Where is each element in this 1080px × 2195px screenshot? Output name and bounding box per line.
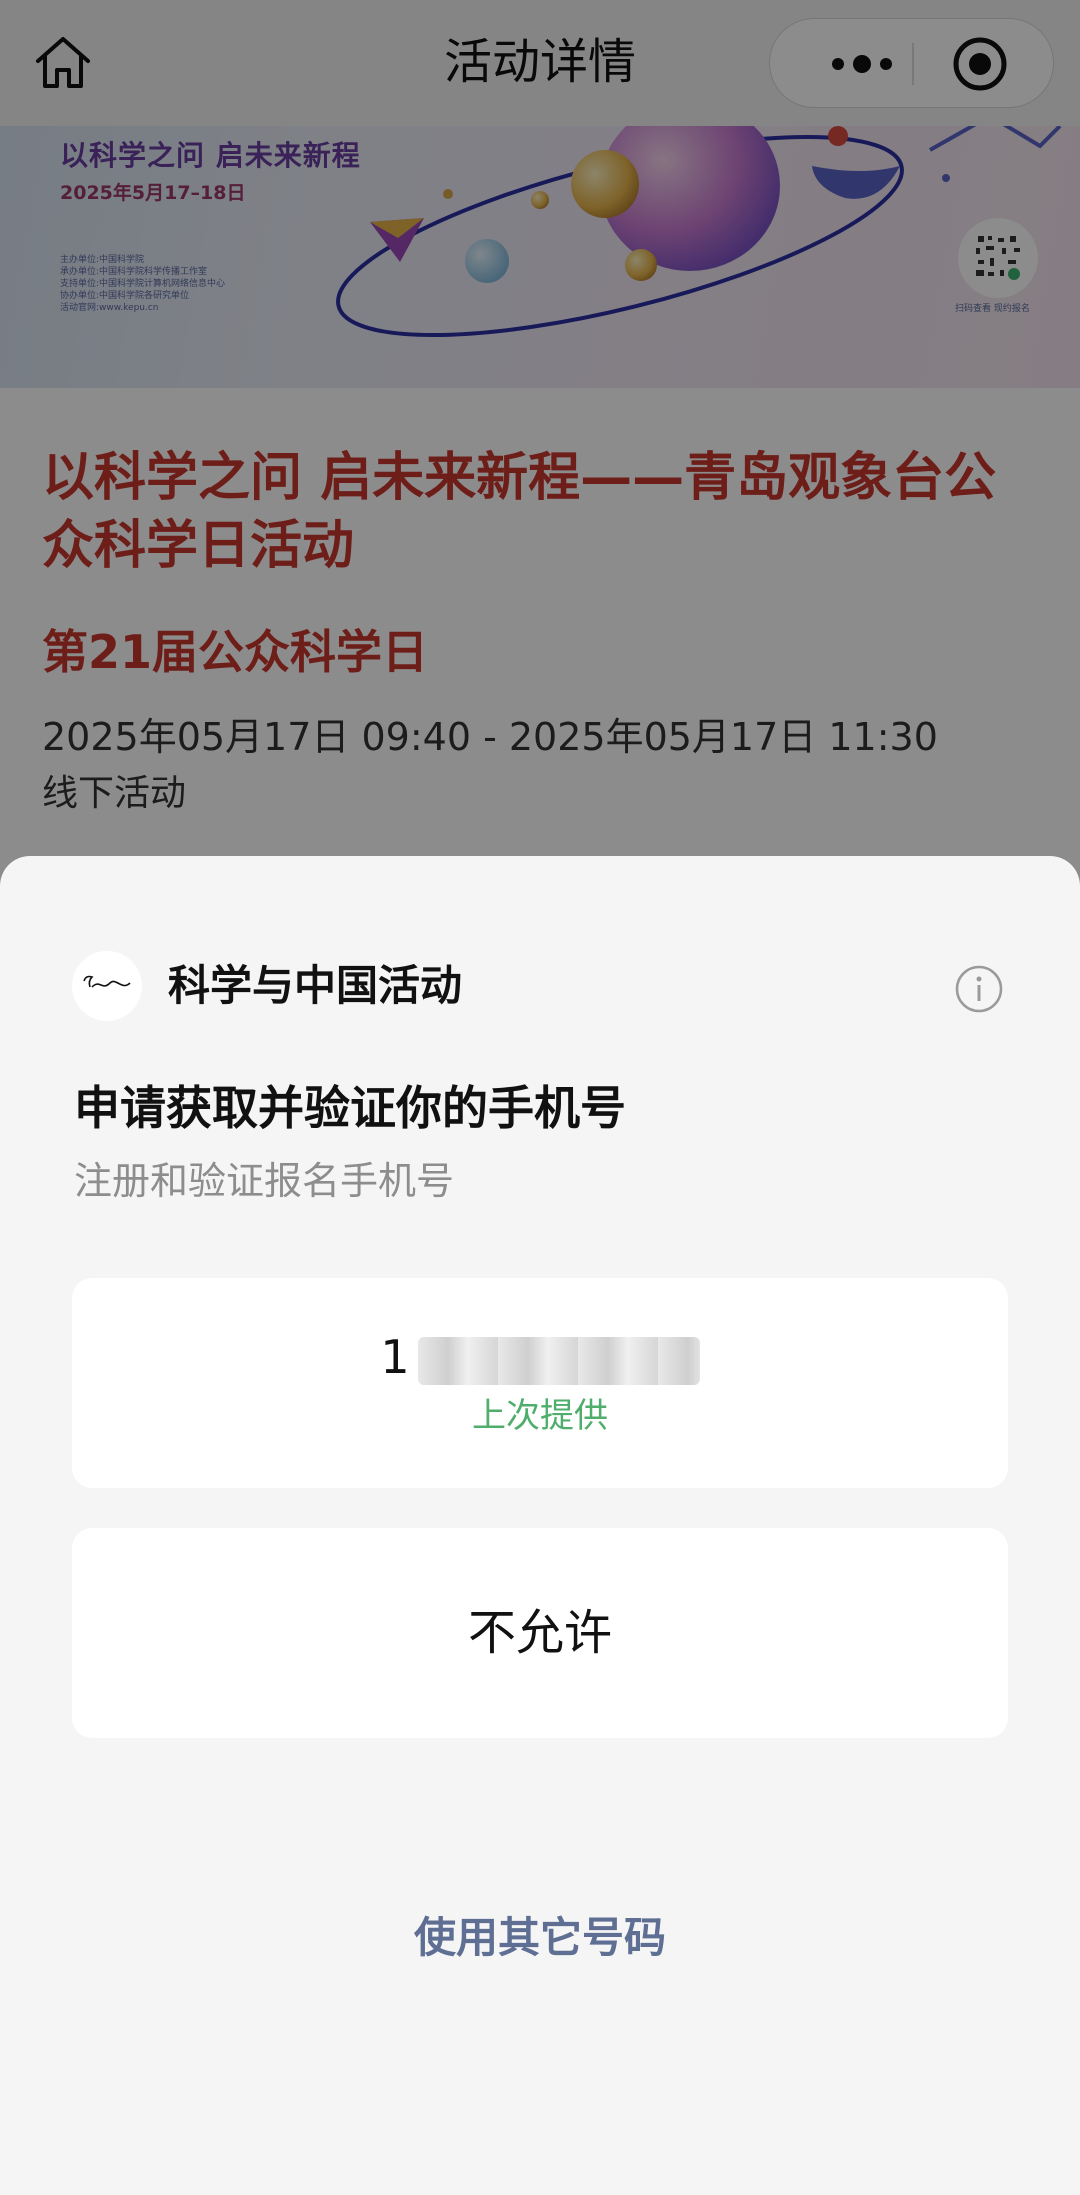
use-other-number-link[interactable]: 使用其它号码	[0, 1910, 1080, 1966]
phone-number-redacted	[417, 1336, 700, 1385]
info-button[interactable]	[954, 964, 1004, 1014]
app-logo	[72, 951, 142, 1021]
deny-button[interactable]: 不允许	[72, 1528, 1008, 1738]
phone-number-option[interactable]: 1 上次提供	[72, 1278, 1008, 1488]
request-title: 申请获取并验证你的手机号	[74, 1081, 626, 1135]
request-description: 注册和验证报名手机号	[74, 1159, 455, 1203]
phone-number-prefix: 1	[380, 1330, 412, 1384]
app-name: 科学与中国活动	[168, 961, 463, 1010]
last-provided-tag: 上次提供	[472, 1396, 608, 1436]
phone-auth-sheet: 科学与中国活动 申请获取并验证你的手机号 注册和验证报名手机号 1 上次提供 不…	[0, 856, 1080, 2195]
phone-number: 1	[72, 1328, 1008, 1386]
app-logo-icon	[73, 952, 141, 1020]
info-icon	[955, 965, 1003, 1013]
